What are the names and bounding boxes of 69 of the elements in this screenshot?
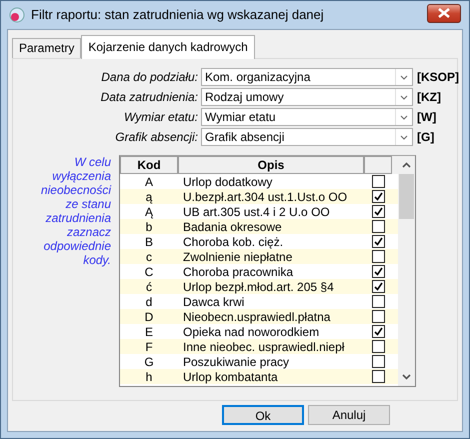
field-label: Grafik absencji:	[114, 129, 199, 146]
field-label: Dana do podziału:	[100, 69, 199, 86]
checkbox[interactable]	[372, 190, 384, 203]
table-cell-text: U.bezpł.art.304 ust.1.Ust.o OO	[182, 188, 348, 206]
table-cell-text: d	[144, 294, 154, 310]
checkbox[interactable]	[372, 280, 384, 293]
table-cell-text: c	[145, 248, 153, 266]
table-cell-text: UB art.305 ust.4 i 2 U.o OO	[182, 204, 331, 220]
table-cell-text: Dawca krwi	[182, 294, 246, 310]
checkbox[interactable]	[372, 310, 384, 323]
field-code: [G]	[416, 129, 434, 146]
table-cell-text: E	[144, 324, 154, 340]
field-code: [W]	[416, 109, 436, 126]
column-header[interactable]: Opis	[178, 156, 364, 174]
table-cell-text: Urlop dodatkowy	[182, 174, 274, 190]
table-cell-text: h	[144, 368, 154, 386]
scroll-down-icon[interactable]	[402, 374, 411, 380]
close-icon[interactable]	[438, 8, 450, 18]
table-cell-text: ą	[144, 188, 154, 206]
checkbox[interactable]	[372, 220, 384, 233]
table-cell-text: Choroba kob. cięż.	[182, 234, 284, 250]
table-cell-text: ć	[145, 278, 153, 296]
table-cell-text: Ą	[144, 204, 154, 220]
table-cell-text: G	[143, 354, 155, 370]
instruction-text: W celu wyłączenia nieobecności ze stanu zatrudnienia zaznacz odpowiednie kody.	[40, 155, 111, 269]
checkbox[interactable]	[372, 370, 384, 383]
checkbox[interactable]	[372, 325, 384, 338]
dropdown[interactable]: Wymiar etatu	[201, 108, 413, 126]
table-cell-text: Poszukiwanie pracy	[182, 354, 290, 370]
table-cell-text: C	[144, 264, 154, 280]
dropdown[interactable]: Kom. organizacyjna	[201, 68, 413, 86]
checkbox[interactable]	[372, 295, 384, 308]
table-cell-text: Nieobecn.usprawiedl.płatna	[182, 308, 332, 326]
dropdown[interactable]: Rodzaj umowy	[201, 88, 413, 106]
scroll-up-icon[interactable]	[402, 162, 411, 168]
checkbox[interactable]	[372, 235, 384, 248]
field-label: Wymiar etatu:	[122, 109, 199, 126]
field-code: [KSOP]	[416, 69, 459, 86]
checkbox[interactable]	[372, 340, 384, 353]
checkbox[interactable]	[372, 265, 384, 278]
table-cell-text: Choroba pracownika	[182, 264, 294, 280]
table-cell-text: Badania okresowe	[182, 218, 283, 236]
table-cell-text: B	[144, 234, 154, 250]
checkbox[interactable]	[372, 175, 384, 188]
checkbox[interactable]	[372, 205, 384, 218]
table-cell-text: Urlop kombatanta	[182, 368, 279, 386]
table-cell-text: Opieka nad noworodkiem	[182, 324, 320, 340]
table-cell-text: F	[144, 338, 154, 356]
window-title: Filtr raportu: stan zatrudnienia wg wskazanej danej	[31, 6, 325, 24]
column-header[interactable]: Kod	[120, 156, 178, 174]
table-cell-text: Inne nieobec. usprawiedl.niepł	[182, 338, 346, 356]
dropdown[interactable]: Grafik absencji	[201, 128, 413, 146]
table-cell-text: D	[144, 308, 154, 326]
tab[interactable]: Kojarzenie danych kadrowych	[81, 35, 255, 59]
field-code: [KZ]	[416, 89, 441, 106]
scrollbar-thumb[interactable]	[399, 174, 414, 219]
close-button[interactable]	[427, 4, 461, 22]
tab[interactable]: Parametry	[12, 38, 82, 58]
app-icon	[9, 7, 25, 23]
cancel-button[interactable]: Anuluj	[308, 405, 390, 425]
table-cell-text: b	[144, 218, 154, 236]
ok-button[interactable]: Ok	[222, 405, 304, 425]
table-cell-text: A	[144, 174, 154, 190]
checkbox[interactable]	[372, 355, 384, 368]
checkbox[interactable]	[372, 250, 384, 263]
field-label: Data zatrudnienia:	[100, 89, 199, 106]
table-cell-text: Zwolnienie niepłatne	[182, 248, 294, 266]
table-cell-text: Urlop bezpł.młod.art. 205 §4	[182, 278, 335, 296]
scrollbar[interactable]	[398, 156, 415, 386]
